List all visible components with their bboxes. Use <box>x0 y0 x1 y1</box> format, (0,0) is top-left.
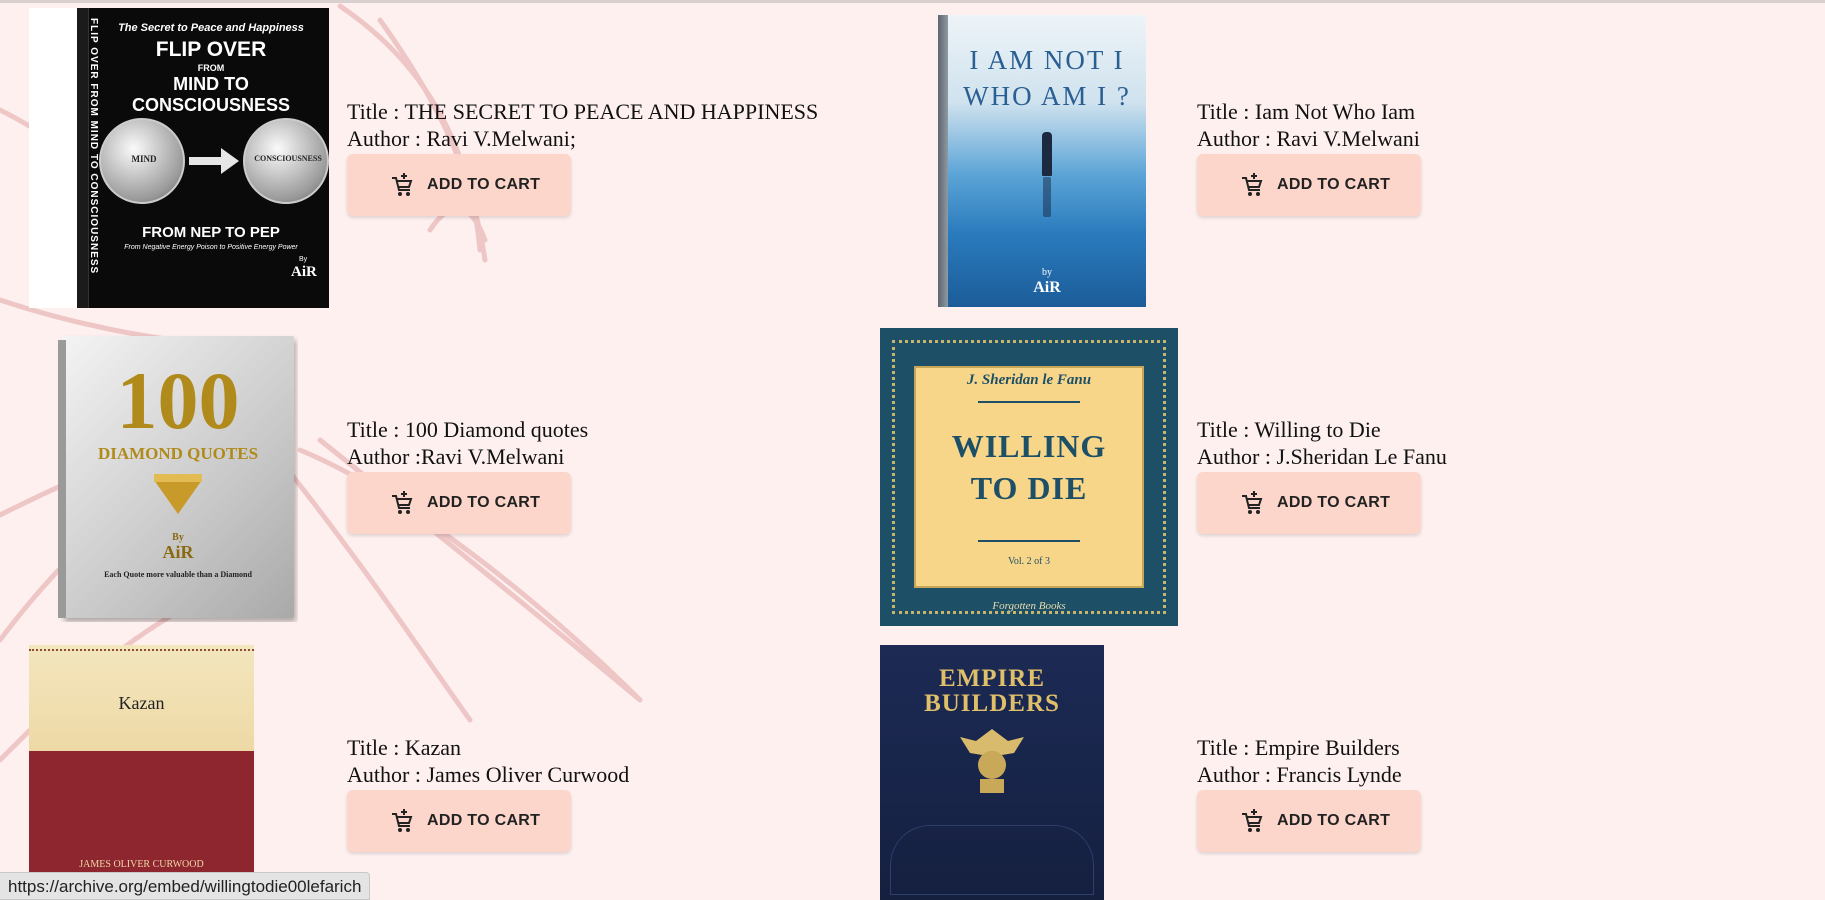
book-title: Title : Willing to Die <box>1197 417 1381 442</box>
book-author: Author : Ravi V.Melwani <box>1197 126 1420 151</box>
cover-heading-from: FROM <box>197 63 225 73</box>
link-status-bar: https://archive.org/embed/willingtodie00… <box>0 872 371 900</box>
book-cover-flip-over[interactable]: FLIP OVER FROM MIND TO CONSCIOUSNESS The… <box>29 8 329 308</box>
book-author: Author : James Oliver Curwood <box>347 762 630 787</box>
cart-icon <box>1242 809 1263 832</box>
air-logo: AiR <box>291 264 317 280</box>
cart-icon <box>1242 491 1263 514</box>
add-to-cart-button[interactable]: ADD TO CART <box>347 472 571 534</box>
cover-title-line-2: TO DIE <box>970 470 1088 506</box>
air-logo: AiR <box>162 542 194 562</box>
figure-silhouette <box>1042 132 1052 176</box>
book-title: Title : THE SECRET TO PEACE AND HAPPINES… <box>347 99 819 124</box>
add-to-cart-label: ADD TO CART <box>427 494 541 511</box>
add-to-cart-button[interactable]: ADD TO CART <box>347 154 571 216</box>
cover-tagline: The Secret to Peace and Happiness <box>118 22 304 34</box>
air-logo: AiR <box>1033 279 1061 296</box>
coin-mind: MIND <box>99 118 185 204</box>
add-to-cart-label: ADD TO CART <box>1277 494 1391 511</box>
add-to-cart-button[interactable]: ADD TO CART <box>347 790 571 852</box>
cover-author: J. Sheridan le Fanu <box>966 372 1092 388</box>
book-title: Title : Kazan <box>347 735 462 760</box>
eagle-emblem-icon <box>960 729 1024 793</box>
cover-line-2: WHO AM I ? <box>963 81 1131 111</box>
add-to-cart-button[interactable]: ADD TO CART <box>1197 790 1421 852</box>
cover-author: JAMES OLIVER CURWOOD <box>79 859 204 870</box>
cart-icon <box>1242 173 1263 196</box>
cart-icon <box>392 809 413 832</box>
add-to-cart-label: ADD TO CART <box>1277 812 1391 829</box>
cover-volume: Vol. 2 of 3 <box>1007 556 1051 567</box>
coin-consciousness: CONSCIOUSNESS <box>243 118 329 204</box>
cover-bottom-title: FROM NEP TO PEP <box>142 224 280 241</box>
book-title: Title : Iam Not Who Iam <box>1197 99 1416 124</box>
add-to-cart-button[interactable]: ADD TO CART <box>1197 472 1421 534</box>
cover-title-line-1: EMPIRE <box>939 665 1045 692</box>
cover-by: by <box>1042 267 1052 278</box>
book-author: Author : Ravi V.Melwani; <box>347 126 576 151</box>
cover-footer: Each Quote more valuable than a Diamond <box>104 570 252 579</box>
book-author: Author :Ravi V.Melwani <box>347 444 565 469</box>
book-cover-100-diamond-quotes[interactable]: 100 DIAMOND QUOTES By AiR Each Quote mor… <box>58 332 298 622</box>
book-cover-iam-not-who-iam[interactable]: I AM NOT I WHO AM I ? by AiR <box>898 15 1148 307</box>
book-title: Title : Empire Builders <box>1197 735 1400 760</box>
book-cover-empire-builders[interactable]: EMPIRE BUILDERS <box>880 645 1104 900</box>
add-to-cart-button[interactable]: ADD TO CART <box>1197 154 1421 216</box>
cover-title: Kazan <box>118 693 165 713</box>
cart-icon <box>392 173 413 196</box>
cover-line-1: I AM NOT I <box>969 45 1125 75</box>
book-author: Author : Francis Lynde <box>1197 762 1402 787</box>
cover-bottom-subtitle: From Negative Energy Poison to Positive … <box>124 244 298 251</box>
cover-publisher: Forgotten Books <box>992 600 1066 612</box>
add-to-cart-label: ADD TO CART <box>1277 176 1391 193</box>
book-cover-kazan[interactable]: Kazan JAMES OLIVER CURWOOD <box>29 645 254 875</box>
cover-subtitle: DIAMOND QUOTES <box>97 444 259 463</box>
add-to-cart-label: ADD TO CART <box>427 176 541 193</box>
cover-title-line-2: BUILDERS <box>924 690 1060 717</box>
cover-by: By <box>299 256 308 263</box>
book-author: Author : J.Sheridan Le Fanu <box>1197 444 1447 469</box>
cover-heading-2: MIND TO CONSCIOUSNESS <box>131 74 291 115</box>
book-title: Title : 100 Diamond quotes <box>347 417 589 442</box>
top-border <box>0 0 1825 3</box>
add-to-cart-label: ADD TO CART <box>427 812 541 829</box>
diamond-icon <box>154 480 202 514</box>
cover-number: 100 <box>116 355 240 446</box>
cover-title-line-1: WILLING <box>951 428 1107 464</box>
cover-heading: FLIP OVER <box>155 38 267 61</box>
book-cover-willing-to-die[interactable]: J. Sheridan le Fanu WILLING TO DIE Vol. … <box>880 328 1178 626</box>
cart-icon <box>392 491 413 514</box>
